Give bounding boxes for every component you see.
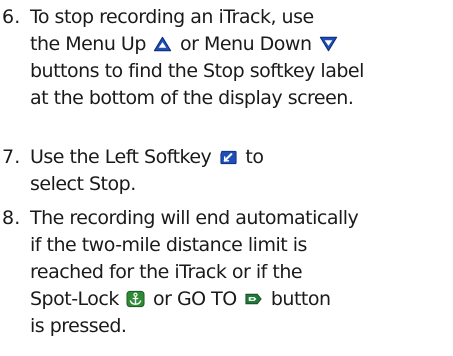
- step-line: The recording will end automatically: [30, 207, 359, 229]
- left-softkey-icon: [220, 150, 237, 165]
- step-line-part: or Menu Down: [180, 33, 312, 55]
- step-number: 6.: [2, 6, 21, 28]
- step-line-part: Spot-Lock: [30, 288, 119, 310]
- instructions-document: 6. To stop recording an iTrack, use the …: [0, 0, 453, 356]
- step-line: buttons to find the Stop softkey label: [30, 60, 364, 82]
- step-line: reached for the iTrack or if the: [30, 261, 303, 283]
- step-line: select Stop.: [30, 173, 136, 195]
- menu-up-triangle-icon: [154, 36, 172, 52]
- step-line-part: Use the Left Softkey: [30, 146, 212, 168]
- step-line: Spot-Lock or GO TO button: [30, 286, 358, 313]
- step-line: is pressed.: [30, 315, 127, 337]
- spot-lock-anchor-icon: [126, 290, 145, 308]
- step-line: if the two-mile distance limit is: [30, 234, 307, 256]
- step-number: 7.: [2, 146, 21, 168]
- step-text: To stop recording an iTrack, use the Men…: [30, 4, 364, 112]
- step-text: The recording will end automatically if …: [30, 205, 359, 340]
- step-text: Use the Left Softkey to select Stop.: [30, 144, 264, 198]
- go-to-icon: [245, 293, 263, 305]
- step-line-part: or GO TO: [152, 288, 237, 310]
- step-number: 8.: [2, 207, 21, 229]
- menu-down-triangle-icon: [319, 36, 338, 52]
- step-line-part: to: [245, 146, 264, 168]
- step-line: Use the Left Softkey to: [30, 144, 264, 171]
- step-line: at the bottom of the display screen.: [30, 87, 354, 109]
- step-line: the Menu Up or Menu Down: [30, 31, 364, 58]
- step-line-part: button: [270, 288, 331, 310]
- step-line: To stop recording an iTrack, use: [30, 6, 314, 28]
- step-line-part: the Menu Up: [30, 33, 146, 55]
